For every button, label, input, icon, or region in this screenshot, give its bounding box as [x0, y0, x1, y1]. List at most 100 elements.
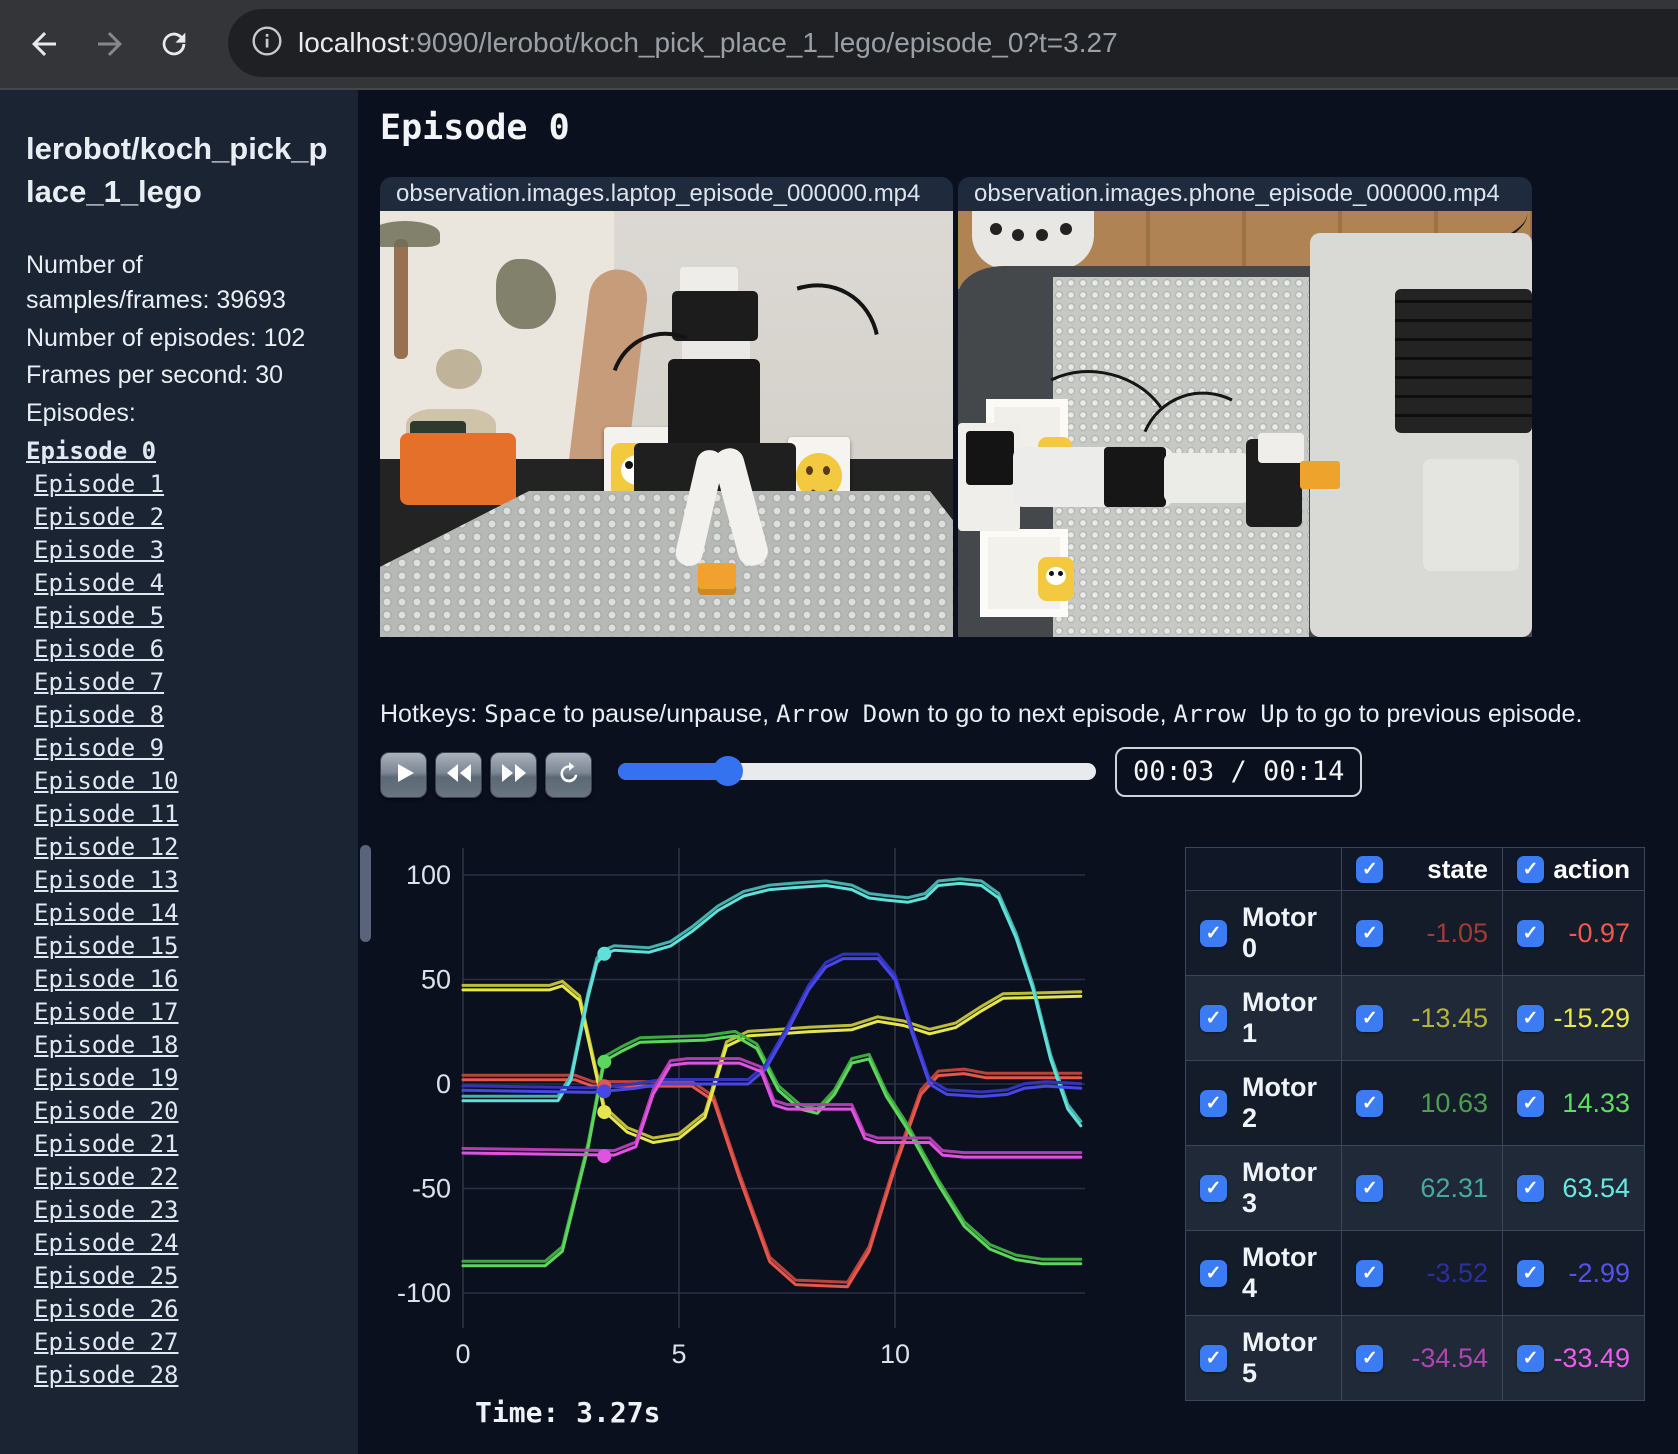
- episode-link[interactable]: Episode 19: [34, 1062, 179, 1095]
- motor-chart[interactable]: 100 50 0 -50 -100 0 5 10: [395, 822, 1095, 1369]
- episode-link[interactable]: Episode 17: [34, 996, 179, 1029]
- motor-table: ✓ state ✓ action ✓ Motor 0 ✓ -1.05 ✓ -0.97 ✓ Moto…: [1184, 847, 1646, 1401]
- seek-slider[interactable]: [618, 756, 1096, 786]
- episode-link[interactable]: Episode 0: [26, 435, 156, 468]
- action-column-checkbox[interactable]: ✓: [1516, 855, 1544, 883]
- stat-samples: Number of samples/frames: 39693: [26, 250, 286, 315]
- episode-link[interactable]: Episode 1: [34, 468, 164, 501]
- motor-row: ✓ Motor 1 ✓ -13.45 ✓ -15.29: [1184, 975, 1646, 1061]
- state-column-checkbox[interactable]: ✓: [1356, 855, 1384, 883]
- state-checkbox[interactable]: ✓: [1356, 1174, 1384, 1202]
- state-checkbox[interactable]: ✓: [1356, 1344, 1384, 1372]
- video-laptop-title: observation.images.laptop_episode_000000…: [380, 177, 953, 211]
- action-checkbox[interactable]: ✓: [1516, 1004, 1544, 1032]
- episode-link[interactable]: Episode 24: [34, 1227, 179, 1260]
- episode-link[interactable]: Episode 20: [34, 1095, 179, 1128]
- orange-lego-brick: [698, 563, 736, 595]
- episode-link[interactable]: Episode 7: [34, 666, 164, 699]
- action-checkbox[interactable]: ✓: [1516, 919, 1544, 947]
- forward-button[interactable]: [88, 22, 132, 66]
- video-phone[interactable]: observation.images.phone_episode_000000.…: [958, 177, 1532, 637]
- action-column-label: action: [1553, 853, 1630, 884]
- rewind-button[interactable]: [435, 752, 482, 798]
- episode-link[interactable]: Episode 27: [34, 1326, 179, 1359]
- state-checkbox[interactable]: ✓: [1356, 1004, 1384, 1032]
- episode-link[interactable]: Episode 26: [34, 1293, 179, 1326]
- action-value: -33.49: [1553, 1342, 1630, 1373]
- episode-link[interactable]: Episode 6: [34, 633, 164, 666]
- svg-text:-50: -50: [412, 1174, 451, 1204]
- player-controls: 00:03 / 00:14: [380, 747, 1363, 800]
- svg-text:100: 100: [406, 860, 451, 890]
- state-value: 62.31: [1420, 1172, 1488, 1203]
- hotkeys-help: Hotkeys: Space to pause/unpause, Arrow D…: [380, 700, 1583, 728]
- episode-link[interactable]: Episode 4: [34, 567, 164, 600]
- episode-link[interactable]: Episode 22: [34, 1161, 179, 1194]
- stat-fps: Frames per second: 30: [26, 361, 284, 390]
- episode-link[interactable]: Episode 2: [34, 501, 164, 534]
- episode-link[interactable]: Episode 28: [34, 1359, 179, 1392]
- chart-time-label: Time: 3.27s: [475, 1396, 661, 1429]
- browser-toolbar: localhost:9090/lerobot/koch_pick_place_1…: [0, 0, 1678, 90]
- episode-link[interactable]: Episode 18: [34, 1029, 179, 1062]
- episode-link[interactable]: Episode 14: [34, 897, 179, 930]
- stat-episodes: Number of episodes: 102: [26, 323, 306, 352]
- episode-link[interactable]: Episode 10: [34, 765, 179, 798]
- motor-checkbox[interactable]: ✓: [1200, 1089, 1227, 1117]
- episode-link[interactable]: Episode 15: [34, 930, 179, 963]
- page-title: Episode 0: [380, 108, 570, 148]
- episode-link[interactable]: Episode 8: [34, 699, 164, 732]
- site-info-icon[interactable]: [250, 24, 284, 63]
- fast-forward-icon: [501, 762, 527, 789]
- motor-row: ✓ Motor 3 ✓ 62.31 ✓ 63.54: [1184, 1145, 1646, 1231]
- fast-forward-button[interactable]: [490, 752, 537, 798]
- main-content: Episode 0 observation.images.laptop_epis…: [358, 90, 1678, 1454]
- action-value: -15.29: [1553, 1002, 1630, 1033]
- motor-row: ✓ Motor 0 ✓ -1.05 ✓ -0.97: [1184, 890, 1646, 976]
- episode-link[interactable]: Episode 21: [34, 1128, 179, 1161]
- seek-slider-thumb[interactable]: [712, 756, 743, 786]
- header-empty: [1184, 847, 1343, 891]
- play-button[interactable]: [380, 752, 427, 798]
- video-laptop-frame: [380, 211, 953, 637]
- back-button[interactable]: [22, 22, 66, 66]
- motor-checkbox[interactable]: ✓: [1200, 1004, 1227, 1032]
- motor-row: ✓ Motor 5 ✓ -34.54 ✓ -33.49: [1184, 1315, 1646, 1401]
- episode-link[interactable]: Episode 13: [34, 864, 179, 897]
- episode-link[interactable]: Episode 16: [34, 963, 179, 996]
- motor-checkbox[interactable]: ✓: [1200, 1174, 1227, 1202]
- state-value: 10.63: [1420, 1087, 1488, 1118]
- episode-link[interactable]: Episode 12: [34, 831, 179, 864]
- episode-link[interactable]: Episode 23: [34, 1194, 179, 1227]
- episodes-label: Episodes:: [26, 398, 136, 427]
- scrollbar-thumb[interactable]: [360, 845, 371, 942]
- loop-button[interactable]: [545, 752, 592, 798]
- episode-link[interactable]: Episode 3: [34, 534, 164, 567]
- state-value: -1.05: [1426, 917, 1488, 948]
- game-controller: [972, 211, 1094, 269]
- motor-checkbox[interactable]: ✓: [1200, 919, 1227, 947]
- video-laptop[interactable]: observation.images.laptop_episode_000000…: [380, 177, 953, 637]
- motor-checkbox[interactable]: ✓: [1200, 1344, 1227, 1372]
- state-checkbox[interactable]: ✓: [1356, 1089, 1384, 1117]
- svg-text:-100: -100: [397, 1278, 451, 1308]
- svg-text:5: 5: [671, 1339, 686, 1367]
- episode-link[interactable]: Episode 9: [34, 732, 164, 765]
- action-checkbox[interactable]: ✓: [1516, 1174, 1544, 1202]
- reload-button[interactable]: [152, 22, 196, 66]
- url-bar[interactable]: localhost:9090/lerobot/koch_pick_place_1…: [228, 9, 1678, 77]
- episode-link[interactable]: Episode 25: [34, 1260, 179, 1293]
- state-value: -13.45: [1411, 1002, 1488, 1033]
- motor-checkbox[interactable]: ✓: [1200, 1259, 1227, 1287]
- episode-link[interactable]: Episode 5: [34, 600, 164, 633]
- robot-motor: [966, 431, 1014, 485]
- action-checkbox[interactable]: ✓: [1516, 1344, 1544, 1372]
- svg-text:50: 50: [421, 965, 451, 995]
- state-checkbox[interactable]: ✓: [1356, 919, 1384, 947]
- episode-link[interactable]: Episode 11: [34, 798, 179, 831]
- video-phone-frame: [958, 211, 1532, 637]
- state-checkbox[interactable]: ✓: [1356, 1259, 1384, 1287]
- action-checkbox[interactable]: ✓: [1516, 1259, 1544, 1287]
- action-checkbox[interactable]: ✓: [1516, 1089, 1544, 1117]
- sidebar: lerobot/koch_pick_place_1_lego Number of…: [0, 90, 358, 1454]
